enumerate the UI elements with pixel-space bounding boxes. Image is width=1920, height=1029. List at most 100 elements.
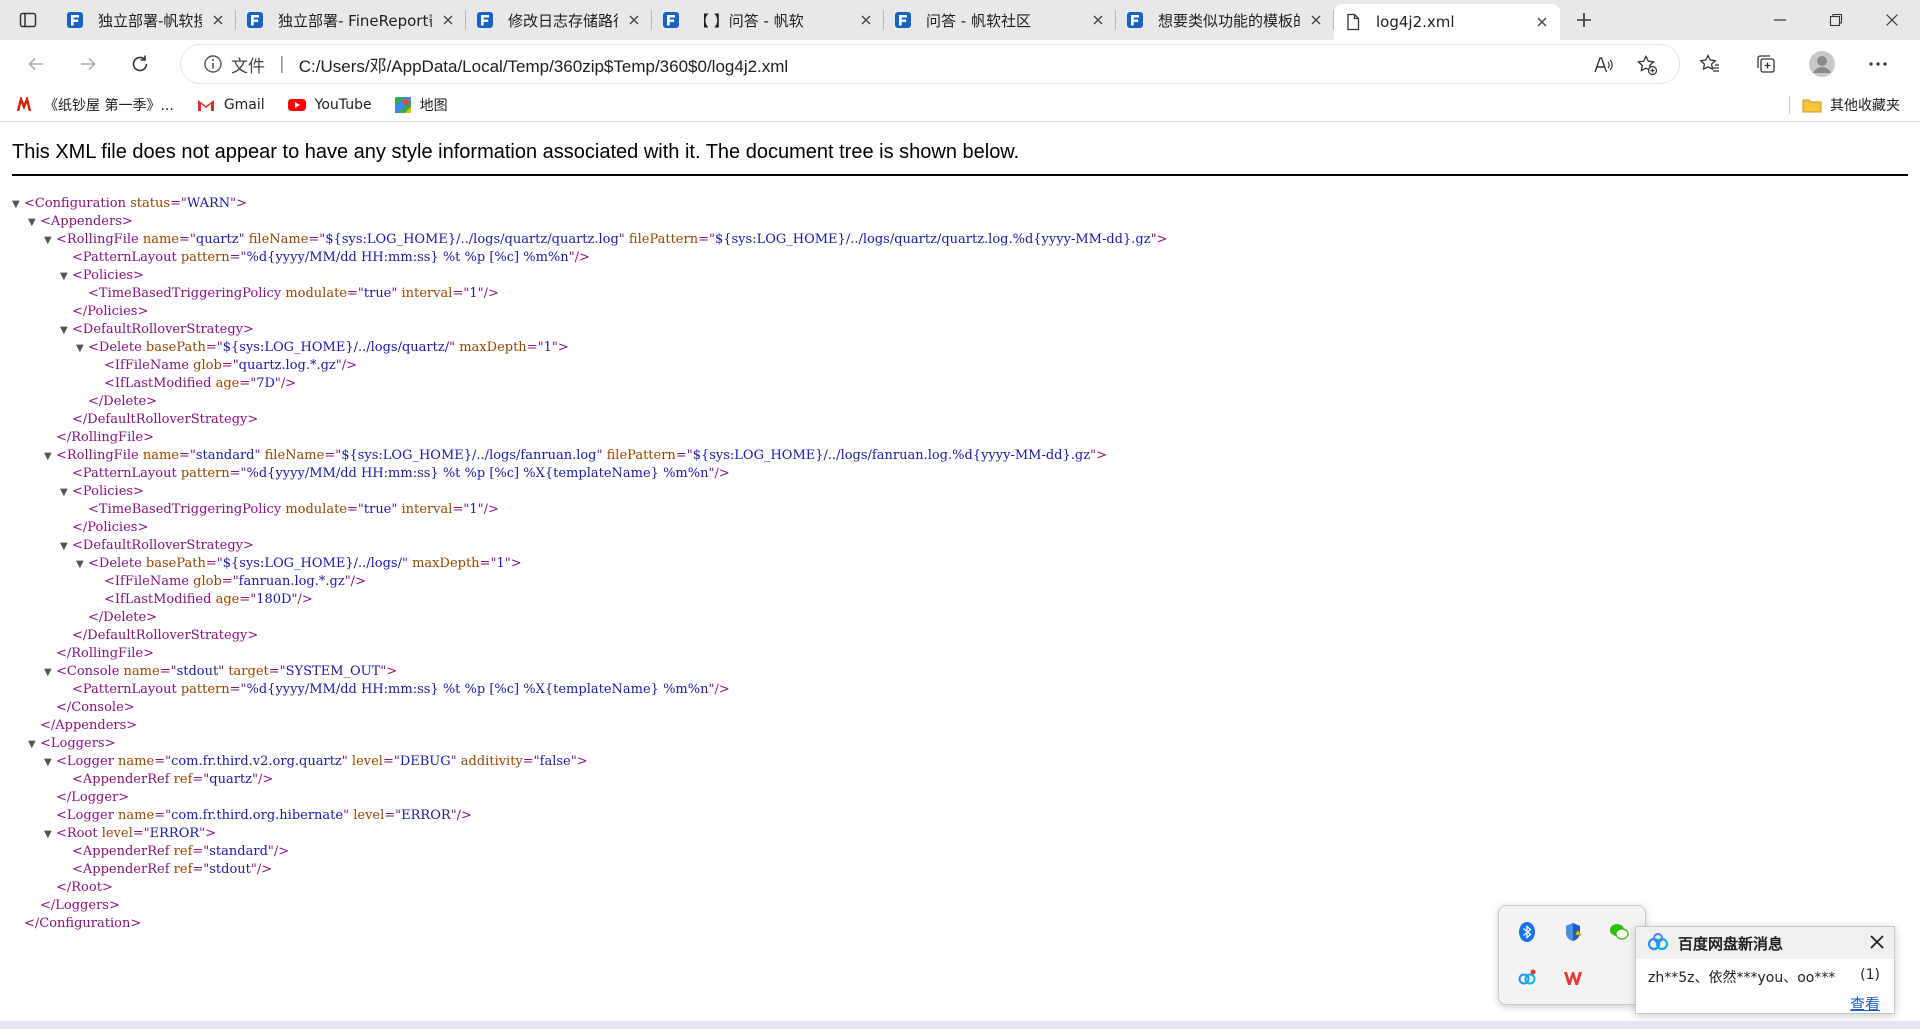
xml-tag-text: <Policies> xyxy=(72,268,144,283)
xml-line: </RollingFile> xyxy=(12,645,1167,663)
read-aloud-button[interactable] xyxy=(1581,54,1625,76)
favorites-button[interactable] xyxy=(1682,44,1738,84)
collapse-triangle-icon[interactable]: ▼ xyxy=(44,754,56,772)
bookmark-youtube[interactable]: YouTube xyxy=(287,97,372,113)
new-tab-button[interactable] xyxy=(1560,0,1608,40)
tab-6-active[interactable]: log4j2.xml xyxy=(1334,4,1560,40)
collapse-triangle-icon[interactable]: ▼ xyxy=(44,232,56,250)
bluetooth-icon[interactable] xyxy=(1515,920,1539,944)
xml-attr-name: modulate xyxy=(285,502,347,517)
collapse-triangle-icon[interactable]: ▼ xyxy=(76,556,88,574)
tab-actions-button[interactable] xyxy=(0,0,56,40)
info-icon[interactable] xyxy=(203,54,223,74)
collapse-triangle-icon[interactable]: ▼ xyxy=(12,196,24,214)
window-controls xyxy=(1752,0,1920,40)
url-text[interactable]: C:/Users/邓/AppData/Local/Temp/360zip$Tem… xyxy=(299,52,788,77)
collapse-triangle-icon[interactable]: ▼ xyxy=(28,214,40,232)
xml-tag-text: <AppenderRef xyxy=(72,862,174,877)
restore-button[interactable] xyxy=(1808,0,1864,40)
tab-close-icon[interactable] xyxy=(210,12,226,28)
xml-tag-text: " xyxy=(218,664,229,679)
xml-attr-name: basePath xyxy=(145,340,206,355)
xml-tag-text: <Logger xyxy=(56,808,119,823)
wechat-icon[interactable] xyxy=(1607,920,1631,944)
collapse-triangle-icon[interactable]: ▼ xyxy=(76,340,88,358)
tab-close-icon[interactable] xyxy=(1534,14,1550,30)
xml-tag-text: <RollingFile xyxy=(56,448,143,463)
gmail-icon xyxy=(196,97,216,113)
xml-tag-text: <PatternLayout xyxy=(72,682,181,697)
xml-attr-name: interval xyxy=(401,502,453,517)
collections-button[interactable] xyxy=(1738,44,1794,84)
notification-count: (1) xyxy=(1860,967,1880,983)
xml-line: ▼ <Appenders> xyxy=(12,213,1167,231)
other-bookmarks-folder[interactable]: 其他收藏夹 xyxy=(1802,88,1900,122)
bookmark-gmail[interactable]: Gmail xyxy=(196,97,265,113)
wps-icon[interactable] xyxy=(1561,966,1585,990)
tab-title: 【 】问答 - 帆软 xyxy=(694,11,804,30)
tab-close-icon[interactable] xyxy=(858,12,874,28)
view-link[interactable]: 查看 xyxy=(1850,993,1880,1014)
xml-attr-value: %d{yyyy/MM/dd HH:mm:ss} %t %p [%c] %m%n xyxy=(246,250,569,265)
minimize-button[interactable] xyxy=(1752,0,1808,40)
xml-attr-value: ${sys:LOG_HOME}/../logs/fanruan.log xyxy=(341,448,597,463)
profile-button[interactable] xyxy=(1794,44,1850,84)
xml-attr-value: ${sys:LOG_HOME}/../logs/quartz/quartz.lo… xyxy=(714,232,1151,247)
folder-icon xyxy=(1802,97,1822,113)
xml-tag-text: </RollingFile> xyxy=(56,430,154,445)
tab-3[interactable]: 【 】问答 - 帆软 xyxy=(652,0,884,40)
tab-close-icon[interactable] xyxy=(440,12,456,28)
tab-0[interactable]: 独立部署-帆软搜索 xyxy=(56,0,236,40)
tab-2[interactable]: 修改日志存储路径-帆软 xyxy=(466,0,652,40)
address-bar[interactable]: 文件 | C:/Users/邓/AppData/Local/Temp/360zi… xyxy=(180,44,1680,84)
xml-line: </Delete> xyxy=(12,609,1167,627)
tab-close-icon[interactable] xyxy=(1090,12,1106,28)
xml-tag-text: " xyxy=(450,754,461,769)
tab-5[interactable]: 想要类似功能的模板的 xyxy=(1116,0,1334,40)
xml-tag-text: "/> xyxy=(250,862,273,877)
xml-tag-text: =" xyxy=(192,772,210,787)
collapse-triangle-icon[interactable]: ▼ xyxy=(44,664,56,682)
xml-line: <IfFileName glob="fanruan.log.*.gz"/> xyxy=(12,573,1167,591)
collapse-triangle-icon[interactable]: ▼ xyxy=(44,826,56,844)
security-shield-icon[interactable] xyxy=(1561,920,1585,944)
tab-4[interactable]: 问答 - 帆软社区 xyxy=(884,0,1116,40)
xml-tag-text: =" xyxy=(526,340,544,355)
refresh-button[interactable] xyxy=(114,44,166,84)
tab-close-icon[interactable] xyxy=(626,12,642,28)
tab-close-icon[interactable] xyxy=(1308,12,1324,28)
xml-attr-value: fanruan.log.*.gz xyxy=(238,574,345,589)
forward-button[interactable] xyxy=(62,44,114,84)
xml-line: <IfLastModified age="180D"/> xyxy=(12,591,1167,609)
bookmark-label: 地图 xyxy=(419,97,448,114)
back-button[interactable] xyxy=(10,44,62,84)
collapse-triangle-icon[interactable]: ▼ xyxy=(60,484,72,502)
xml-attr-value: com.fr.third.org.hibernate xyxy=(171,808,344,823)
more-menu-button[interactable] xyxy=(1850,44,1906,84)
xml-tag-text: " xyxy=(618,232,629,247)
bookmark-maps[interactable]: 地图 xyxy=(394,95,448,115)
close-window-button[interactable] xyxy=(1864,0,1920,40)
xml-attr-name: name xyxy=(142,448,179,463)
baidu-netdisk-icon[interactable] xyxy=(1515,966,1539,990)
xml-tag-text: =" xyxy=(154,808,172,823)
collapse-triangle-icon[interactable]: ▼ xyxy=(60,538,72,556)
xml-attr-value: %d{yyyy/MM/dd HH:mm:ss} %t %p [%c] %X{te… xyxy=(246,466,709,481)
xml-tag-text: </Policies> xyxy=(72,304,149,319)
xml-attr-name: level xyxy=(101,826,133,841)
xml-tag-text: " xyxy=(596,448,607,463)
add-favorite-button[interactable] xyxy=(1625,54,1669,76)
xml-attr-value: stdout xyxy=(176,664,219,679)
tab-title: 想要类似功能的模板的 xyxy=(1158,11,1300,30)
collapse-triangle-icon[interactable]: ▼ xyxy=(28,736,40,754)
collapse-triangle-icon[interactable]: ▼ xyxy=(44,448,56,466)
xml-line: ▼ <Console name="stdout" target="SYSTEM_O… xyxy=(12,663,1167,681)
close-icon[interactable] xyxy=(1868,933,1886,951)
collapse-triangle-icon[interactable]: ▼ xyxy=(60,322,72,340)
xml-attr-name: level xyxy=(353,808,385,823)
collapse-triangle-icon[interactable]: ▼ xyxy=(60,268,72,286)
tab-1[interactable]: 独立部署- FineReport帮 xyxy=(236,0,466,40)
xml-tag-text: "> xyxy=(551,340,569,355)
bookmark-maoyan[interactable]: 《纸钞屋 第一季》... xyxy=(16,95,174,115)
xml-tag-text: =" xyxy=(347,286,364,301)
